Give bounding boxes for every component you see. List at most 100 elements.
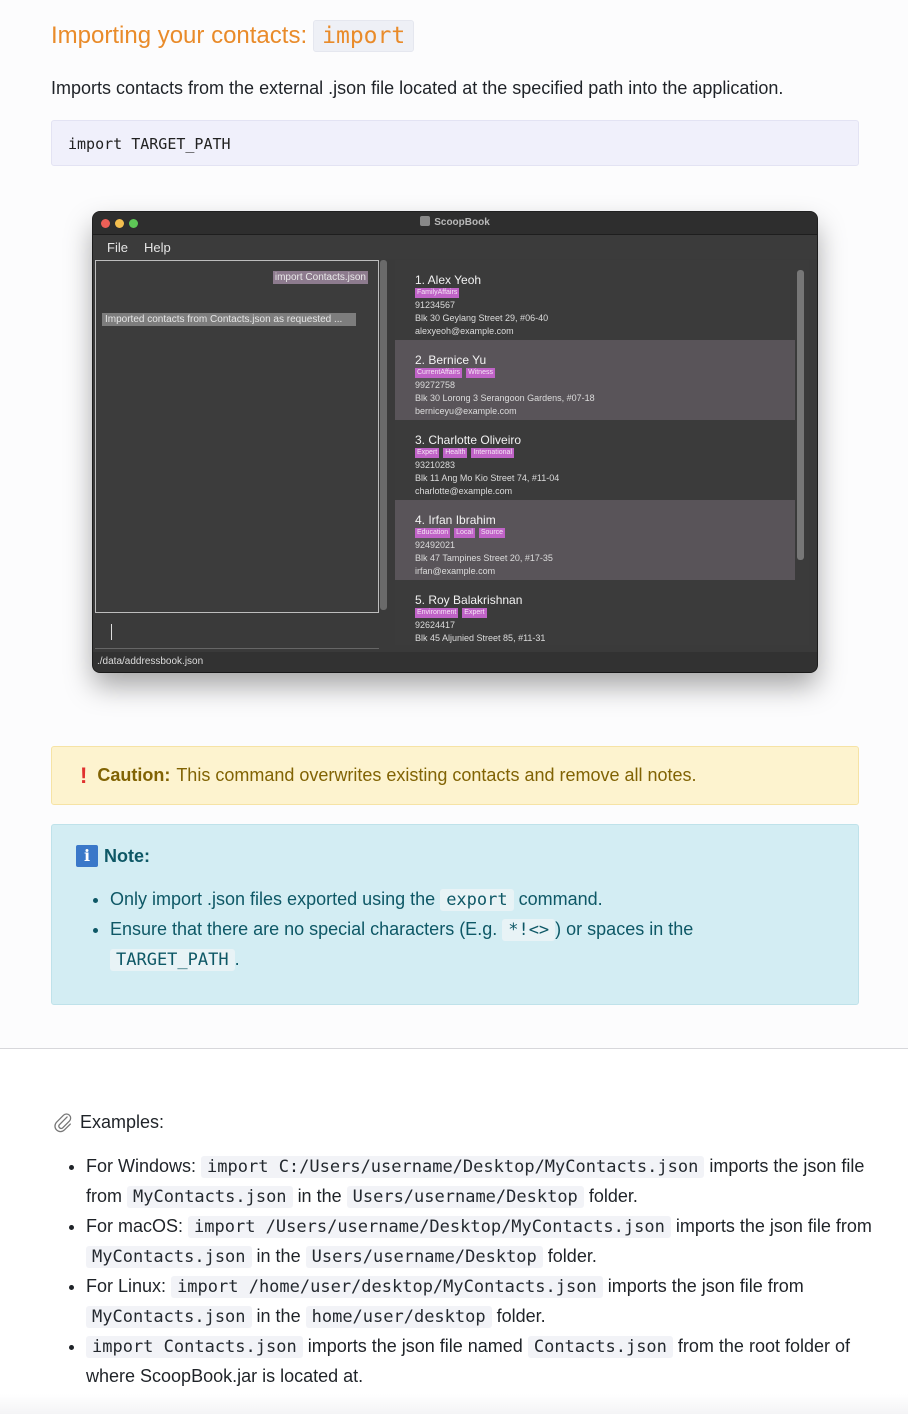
note-item: Ensure that there are no special charact… [110, 915, 770, 975]
examples-label: Examples: [80, 1111, 165, 1132]
contact-card: 3. Charlotte Oliveiro Expert Health Intern… [395, 420, 795, 500]
contact-email: charlotte@example.com [415, 486, 513, 496]
contact-address: Blk 11 Ang Mo Kio Street 74, #11-04 [415, 473, 560, 483]
example-text: imports the json file from [675, 1216, 872, 1236]
contact-address: Blk 30 Geylang Street 29, #06-40 [415, 313, 549, 323]
contact-address: Blk 45 Aljunied Street 85, #11-31 [415, 633, 546, 643]
contact-tag: FamilyAffairs [415, 288, 460, 298]
example-code: import /Users/username/Desktop/MyContact… [188, 1216, 671, 1238]
contact-phone: 93210283 [415, 460, 456, 470]
example-code: MyContacts.json [127, 1186, 293, 1208]
app-screenshot: ScoopBook File Help import Contacts.json… [93, 212, 817, 672]
example-text: folder. [496, 1306, 546, 1326]
caution-callout: ! Caution: This command overwrites exist… [51, 746, 859, 805]
app-icon [420, 216, 431, 226]
note-callout: i Note: Only import .json files exported… [51, 824, 859, 1005]
app-window-title: ScoopBook [93, 216, 817, 228]
example-text: For Windows: [86, 1156, 197, 1176]
app-window-title-text: ScoopBook [434, 217, 490, 228]
contact-name: 4. Irfan Ibrahim [415, 513, 496, 527]
app-command-echo: import Contacts.json [272, 271, 368, 284]
example-text: in the [256, 1246, 301, 1266]
example-code: Users/username/Desktop [346, 1186, 584, 1208]
contact-name: 3. Charlotte Oliveiro [415, 433, 522, 447]
example-item: import Contacts.json imports the json fi… [86, 1332, 876, 1391]
examples-list: For Windows: import C:/Users/username/De… [66, 1152, 876, 1391]
contact-tag: Health [443, 448, 468, 458]
example-text: imports the json file from [607, 1276, 804, 1296]
contact-tags: Education Local Source [415, 528, 795, 538]
example-code: import C:/Users/username/Desktop/MyConta… [201, 1156, 705, 1178]
section-intro: Imports contacts from the external .json… [51, 78, 784, 98]
example-text: in the [297, 1186, 342, 1206]
contact-phone: 92624417 [415, 620, 456, 630]
note-text: Only import .json files exported using t… [110, 889, 436, 909]
menu-file: File [107, 239, 128, 255]
note-code: *!<> [502, 919, 556, 941]
syntax-code-block: import TARGET_PATH [51, 120, 859, 166]
contact-phone: 92492021 [415, 540, 456, 550]
note-text: command. [518, 889, 603, 909]
import-section: Importing your contacts: import Imports … [0, 0, 908, 1048]
contact-card: 2. Bernice Yu CurrentAffairs Witness 9927… [395, 340, 795, 420]
contact-tags: Expert Health International [415, 448, 795, 458]
caution-label: Caution: [97, 765, 171, 785]
app-menubar: File Help [93, 235, 817, 259]
paperclip-icon [54, 1113, 72, 1133]
contact-tags: FamilyAffairs [415, 288, 795, 298]
note-header: i Note: [76, 845, 150, 867]
examples-header: Examples: [52, 1110, 164, 1134]
menu-help: Help [143, 239, 171, 255]
app-command-pane: import Contacts.json Imported contacts f… [95, 260, 379, 613]
caution-text: This command overwrites existing contact… [176, 765, 697, 785]
contact-name: 5. Roy Balakrishnan [415, 593, 523, 607]
contact-tag: Local [454, 528, 475, 538]
example-code: MyContacts.json [86, 1306, 252, 1328]
example-text: folder. [588, 1186, 638, 1206]
note-text: . [234, 949, 240, 969]
app-contact-list: 1. Alex Yeoh FamilyAffairs 91234567 Blk … [395, 260, 809, 645]
example-code: Users/username/Desktop [305, 1246, 543, 1268]
app-right-scrollbar [797, 270, 804, 560]
contact-tag: Expert [415, 448, 440, 458]
app-command-input [95, 616, 379, 649]
note-list: Only import .json files exported using t… [90, 885, 770, 975]
contact-card: 1. Alex Yeoh FamilyAffairs 91234567 Blk … [395, 260, 795, 340]
contact-name: 2. Bernice Yu [415, 353, 487, 367]
section-heading-code: import [313, 20, 415, 52]
contact-tag: CurrentAffairs [415, 368, 463, 378]
contact-tag: Environment [415, 608, 459, 618]
contact-card: 5. Roy Balakrishnan Environment Expert 92… [395, 580, 795, 645]
note-code: export [440, 889, 514, 911]
note-item: Only import .json files exported using t… [110, 885, 770, 915]
note-text: ) or spaces in the [555, 919, 694, 939]
app-result-message: Imported contacts from Contacts.json as … [102, 313, 356, 326]
contact-tags: CurrentAffairs Witness [415, 368, 795, 378]
contact-address: Blk 47 Tampines Street 20, #17-35 [415, 553, 553, 563]
contact-card: 4. Irfan Ibrahim Education Local Source 92… [395, 500, 795, 580]
example-item: For Windows: import C:/Users/username/De… [86, 1152, 876, 1212]
example-code: Contacts.json [527, 1336, 673, 1358]
note-text: Ensure that there are no special charact… [110, 919, 498, 939]
info-icon: i [76, 845, 98, 867]
example-text: imports the json file named [307, 1336, 523, 1356]
example-text: in the [256, 1306, 301, 1326]
example-code: import Contacts.json [86, 1336, 303, 1358]
example-text: folder. [547, 1246, 597, 1266]
contact-phone: 91234567 [415, 300, 456, 310]
contact-email: irfan@example.com [415, 566, 496, 576]
text-caret [111, 624, 112, 640]
note-label: Note: [104, 845, 150, 866]
contact-email: alexyeoh@example.com [415, 326, 514, 336]
contact-name: 1. Alex Yeoh [415, 273, 482, 287]
app-left-scrollbar [380, 260, 387, 610]
example-item: For Linux: import /home/user/desktop/MyC… [86, 1272, 876, 1332]
app-status-bar: ./data/addressbook.json [93, 652, 817, 672]
example-text: For Linux: [86, 1276, 167, 1296]
app-titlebar: ScoopBook [93, 212, 817, 235]
example-code: import /home/user/desktop/MyContacts.jso… [171, 1276, 603, 1298]
section-heading: Importing your contacts: import [51, 20, 415, 52]
contact-address: Blk 30 Lorong 3 Serangoon Gardens, #07-1… [415, 393, 595, 403]
section-heading-text: Importing your contacts: [51, 22, 308, 49]
contact-tag: Source [478, 528, 506, 538]
